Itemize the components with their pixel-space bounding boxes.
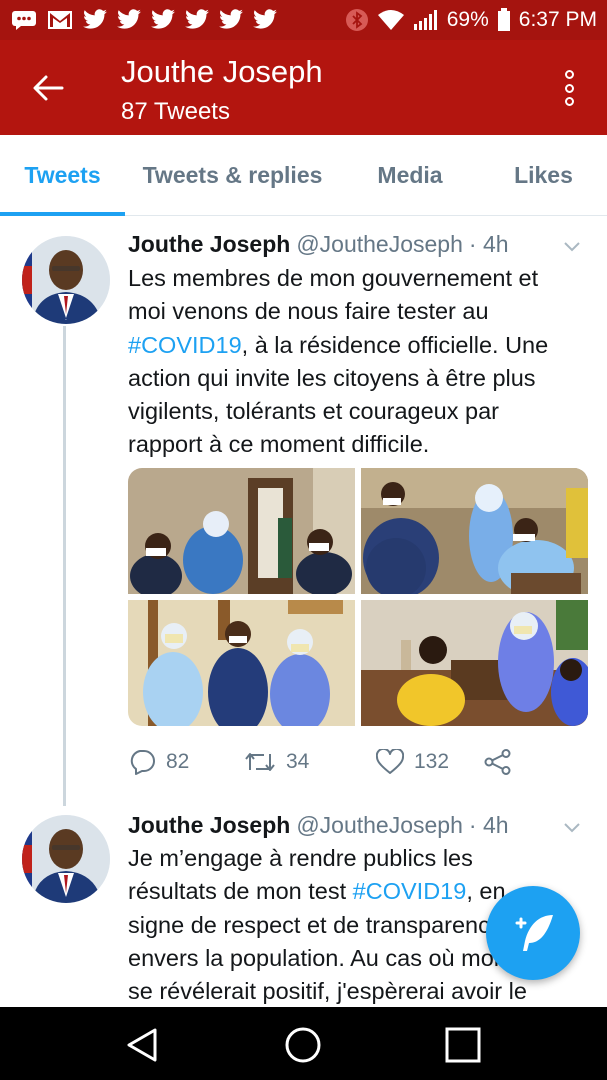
signal-icon — [413, 9, 439, 31]
more-options-button[interactable] — [561, 70, 577, 106]
square-recents-icon — [445, 1027, 481, 1063]
circle-home-icon — [285, 1027, 321, 1063]
profile-tabs: Tweets Tweets & replies Media Likes — [0, 135, 607, 216]
hashtag-link[interactable]: #COVID19 — [128, 332, 242, 358]
android-nav-bar — [0, 1007, 607, 1080]
system-icons: 69% 6:37 PM — [345, 8, 597, 32]
twitter-icon — [218, 9, 244, 31]
twitter-icon — [116, 9, 142, 31]
profile-title: Jouthe Joseph — [121, 54, 323, 89]
wifi-icon — [377, 9, 405, 31]
like-button[interactable]: 132 — [376, 749, 484, 775]
media-photo-3[interactable] — [128, 600, 355, 726]
tweet-line: Je m’engage à rendre publics les — [128, 845, 473, 871]
author-handle: @JoutheJoseph — [296, 812, 463, 838]
avatar[interactable] — [22, 815, 110, 903]
battery-icon — [497, 8, 511, 32]
twitter-icon — [82, 9, 108, 31]
tweet-time: · 4h — [468, 812, 509, 838]
retweet-button[interactable]: 34 — [244, 750, 376, 774]
chevron-down-icon[interactable] — [562, 817, 582, 837]
twitter-icon — [184, 9, 210, 31]
tweet-text: Les membres de mon gouvernement et moi v… — [128, 262, 578, 462]
gmail-icon — [46, 9, 74, 31]
media-photo-2[interactable] — [361, 468, 588, 594]
media-grid — [128, 468, 588, 726]
nav-home-button[interactable] — [283, 1025, 323, 1065]
nav-back-button[interactable] — [122, 1025, 162, 1065]
bluetooth-icon — [345, 8, 369, 32]
share-icon — [484, 749, 511, 775]
thread-connector — [63, 326, 66, 806]
tweet-line: se révélerait positif, j'espèrerai avoir… — [128, 978, 527, 1005]
tweet-line: #COVID19, à la résidence officielle. Une — [128, 329, 578, 362]
dot-icon — [564, 97, 574, 106]
profile-header: Jouthe Joseph 87 Tweets — [0, 40, 607, 135]
svg-text:·: · — [65, 317, 67, 324]
author-name[interactable]: Jouthe Joseph — [128, 812, 290, 839]
tweet-line: vigilents, tolérants et courageux par — [128, 398, 499, 425]
hashtag-link[interactable]: #COVID19 — [353, 878, 467, 904]
twitter-icon — [252, 9, 278, 31]
notification-icons — [10, 9, 278, 31]
tweet-count: 87 Tweets — [121, 98, 230, 125]
dot-icon — [564, 70, 574, 79]
media-photo-1[interactable] — [128, 468, 355, 594]
battery-percent: 69% — [446, 8, 489, 31]
tweet-header: Jouthe Joseph @JoutheJoseph · 4h — [128, 812, 509, 839]
tab-tweets-replies[interactable]: Tweets & replies — [125, 135, 340, 215]
tweet-line: moi venons de nous faire tester au — [128, 298, 489, 325]
tweet-time: · 4h — [468, 231, 509, 257]
author-handle: @JoutheJoseph — [296, 231, 463, 257]
heart-icon — [376, 749, 404, 774]
tweet-line: rapport à ce moment difficile. — [128, 431, 430, 458]
author-name[interactable]: Jouthe Joseph — [128, 231, 290, 258]
tab-likes[interactable]: Likes — [480, 135, 607, 215]
media-photo-4[interactable] — [361, 600, 588, 726]
dot-icon — [564, 83, 574, 93]
tab-media[interactable]: Media — [340, 135, 480, 215]
tweet-line: action qui invite les citoyens à être pl… — [128, 364, 536, 391]
share-button[interactable] — [484, 749, 512, 775]
tweet-line: Les membres de mon gouvernement et — [128, 265, 539, 291]
triangle-back-icon — [127, 1028, 157, 1062]
clock: 6:37 PM — [518, 8, 597, 31]
compose-feather-icon — [515, 915, 553, 951]
reply-icon — [130, 750, 155, 775]
reply-count: 82 — [166, 750, 190, 773]
tweet-text-segment: résultats de mon test — [128, 878, 353, 905]
status-bar: 69% 6:37 PM — [0, 0, 607, 40]
like-count: 132 — [414, 750, 450, 773]
nav-recents-button[interactable] — [443, 1025, 483, 1065]
twitter-icon — [150, 9, 176, 31]
tweet-text-segment: , à la résidence officielle. Une — [241, 331, 549, 358]
compose-tweet-button[interactable] — [486, 886, 580, 980]
avatar[interactable]: · — [22, 236, 110, 324]
back-arrow-icon — [33, 75, 64, 101]
reply-button[interactable]: 82 — [128, 749, 244, 775]
chat-icon — [10, 9, 38, 31]
tweet-actions: 82 34 132 — [128, 742, 528, 782]
retweet-icon — [245, 753, 275, 771]
retweet-count: 34 — [286, 750, 310, 773]
tab-tweets[interactable]: Tweets — [0, 135, 125, 216]
tweet-header: Jouthe Joseph @JoutheJoseph · 4h — [128, 231, 509, 258]
back-button[interactable] — [28, 68, 68, 108]
chevron-down-icon[interactable] — [562, 236, 582, 256]
